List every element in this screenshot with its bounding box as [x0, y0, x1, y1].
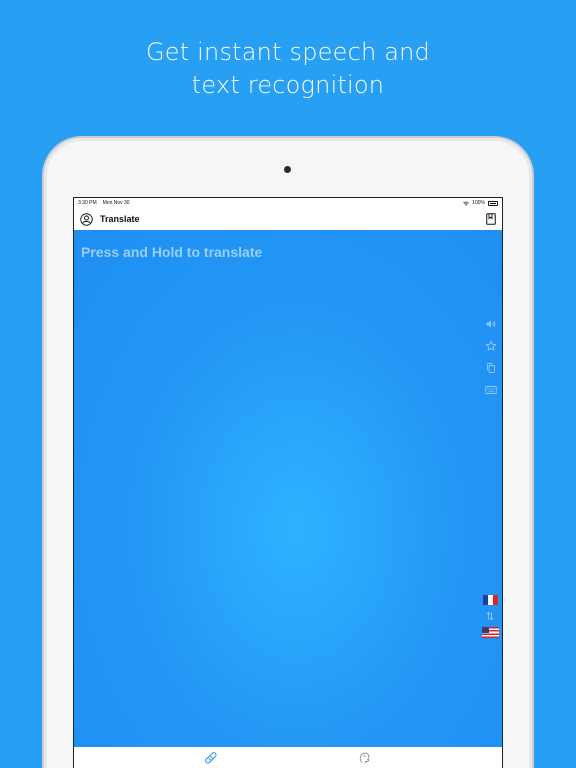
status-date: Mon Nov 30: [102, 200, 130, 206]
camera-dot: [284, 166, 291, 173]
star-icon[interactable]: [485, 340, 497, 352]
flag-usa-icon[interactable]: [481, 627, 499, 638]
battery-percent: 100%: [472, 200, 485, 206]
swap-arrows-icon[interactable]: [485, 611, 495, 621]
conversation-tab-icon[interactable]: [358, 751, 372, 765]
tablet-screen: 3:30 PM Mon Nov 30 100% Translate Press …: [73, 197, 503, 768]
keyboard-icon[interactable]: [485, 384, 497, 396]
language-selector: [481, 595, 499, 638]
nav-bar: Translate: [74, 208, 502, 230]
headline-line-2: text recognition: [191, 71, 385, 99]
translate-placeholder: Press and Hold to translate: [81, 244, 263, 260]
wifi-icon: [463, 201, 470, 206]
page-title: Translate: [100, 214, 140, 224]
status-time: 3:30 PM: [78, 200, 97, 206]
copy-icon[interactable]: [485, 362, 497, 374]
side-toolbar: [484, 318, 498, 406]
promo-headline: Get instant speech and text recognition: [0, 36, 576, 102]
status-right: 100%: [463, 200, 498, 206]
phrasebook-icon[interactable]: [486, 213, 496, 225]
status-bar: 3:30 PM Mon Nov 30 100%: [74, 198, 502, 208]
tab-bar: [74, 747, 502, 768]
speaker-icon[interactable]: [485, 318, 497, 330]
headline-line-1: Get instant speech and: [145, 38, 430, 66]
profile-icon[interactable]: [80, 212, 93, 226]
press-to-translate-area[interactable]: Press and Hold to translate: [74, 230, 502, 747]
flag-france-icon[interactable]: [482, 595, 498, 605]
battery-icon: [488, 200, 498, 206]
translate-tab-icon[interactable]: [204, 751, 218, 765]
